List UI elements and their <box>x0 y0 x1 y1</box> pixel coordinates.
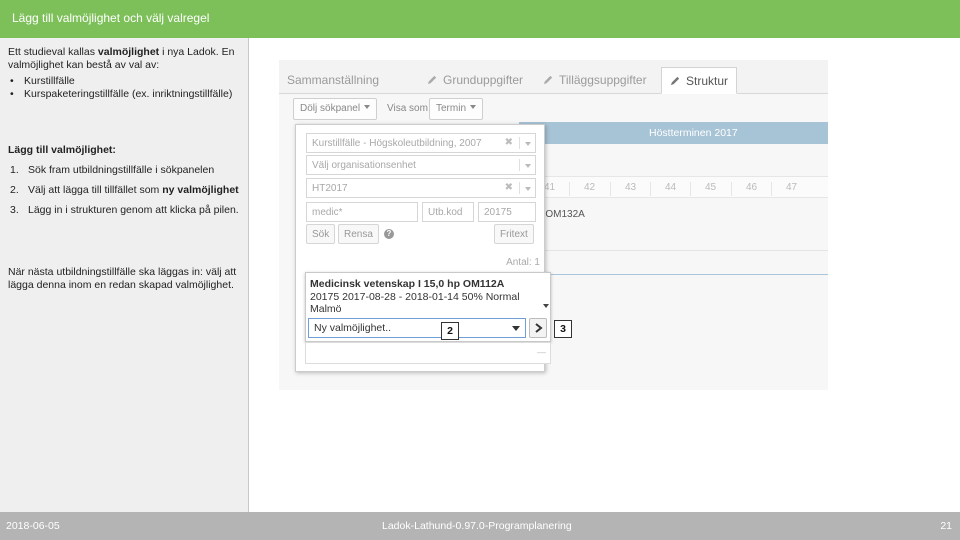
field-value: HT2017 <box>312 183 348 194</box>
step-text: Lägg in i strukturen genom att klicka på… <box>28 204 239 216</box>
tab-label: Tilläggsuppgifter <box>559 73 647 87</box>
tab-sammanstallning[interactable]: Sammanställning <box>279 67 387 94</box>
intro-bold-term: valmöjlighet <box>97 46 160 58</box>
slide-title: Lägg till valmöjlighet och välj valregel <box>12 11 210 25</box>
week-number: 47 <box>771 182 811 196</box>
term-select[interactable]: HT2017 ✖ <box>306 178 536 198</box>
step-bold-text: ny valmöjlighet <box>162 184 239 196</box>
show-as-label: Visa som <box>387 103 428 114</box>
page-number: 21 <box>940 520 952 532</box>
clear-button[interactable]: Rensa <box>338 224 379 244</box>
callout-3: 3 <box>554 320 572 338</box>
divider <box>519 159 520 171</box>
new-option-select[interactable]: Ny valmöjlighet.. <box>308 318 526 338</box>
course-type-select[interactable]: Kurstillfälle - Högskoleutbildning, 2007… <box>306 133 536 153</box>
week-number: 46 <box>731 182 771 196</box>
week-number: 43 <box>610 182 650 196</box>
tab-label: Grunduppgifter <box>443 73 524 87</box>
intro-prefix: Ett studieval kallas <box>8 46 98 58</box>
term-header-label: Höstterminen 2017 <box>649 127 738 139</box>
chevron-down-icon <box>525 142 531 146</box>
step-number: 2. <box>10 184 19 196</box>
utb-kod-input[interactable]: Utb.kod <box>422 202 474 222</box>
week-number: 44 <box>650 182 690 196</box>
pencil-icon <box>427 75 437 85</box>
divider <box>519 137 520 149</box>
week-row: 41 42 43 44 45 46 47 <box>519 176 828 198</box>
organisation-select[interactable]: Välj organisationsenhet <box>306 155 536 175</box>
scroll-down-icon[interactable] <box>543 304 549 308</box>
divider <box>519 182 520 194</box>
steps-heading: Lägg till valmöjlighet: <box>8 144 116 156</box>
tab-struktur[interactable]: Struktur <box>661 67 738 94</box>
title-bar: Lägg till valmöjlighet och välj valregel <box>0 0 960 38</box>
step-text: Välj att lägga till tillfället som <box>28 184 163 196</box>
slide: Lägg till valmöjlighet och välj valregel… <box>0 0 960 540</box>
dash-icon: — <box>537 347 546 357</box>
tab-bar: Sammanställning Grunduppgifter Tilläggsu… <box>279 60 828 94</box>
tab-label: Struktur <box>686 74 729 88</box>
chevron-down-icon <box>470 105 477 109</box>
chevron-down-icon <box>364 105 371 109</box>
clear-icon[interactable]: ✖ <box>505 182 513 193</box>
hide-search-panel-button[interactable]: Dölj sökpanel <box>293 98 378 120</box>
step-item: 3. Lägg in i strukturen genom att klicka … <box>8 204 240 217</box>
tab-grunduppgifter[interactable]: Grunduppgifter <box>419 67 531 94</box>
free-text-button[interactable]: Fritext <box>494 224 534 244</box>
callout-2: 2 <box>441 322 459 340</box>
button-label: Dölj sökpanel <box>300 103 361 114</box>
divider <box>519 250 828 251</box>
bullet-item: Kurspaketeringstillfälle (ex. inriktning… <box>8 88 240 101</box>
button-label: Termin <box>436 103 467 114</box>
code-input[interactable]: 20175 <box>478 202 536 222</box>
note-text: När nästa utbildningstillfälle ska lägga… <box>8 266 237 291</box>
footer: 2018-06-05 Ladok-Lathund-0.97.0-Programp… <box>0 512 960 540</box>
footer-document: Ladok-Lathund-0.97.0-Programplanering <box>382 520 572 532</box>
steps-list: 1. Sök fram utbildningstillfälle i sökpan… <box>8 164 240 224</box>
pencil-icon <box>543 75 553 85</box>
result-count: Antal: 1 <box>506 257 540 268</box>
result-course-info: 20175 2017-08-28 - 2018-01-14 50% Normal… <box>310 291 520 315</box>
intro-text: Ett studieval kallas valmöjlighet i nya … <box>8 46 240 72</box>
chevron-down-icon <box>525 187 531 191</box>
clear-icon[interactable]: ✖ <box>505 137 513 148</box>
pencil-icon <box>670 76 680 86</box>
ladok-screenshot: Sammanställning Grunduppgifter Tilläggsu… <box>279 60 828 390</box>
select-value: Ny valmöjlighet.. <box>314 322 392 334</box>
result-course-name: Medicinsk vetenskap I 15,0 hp OM112A <box>310 278 505 290</box>
step-number: 1. <box>10 164 19 176</box>
chevron-down-icon <box>512 326 520 331</box>
footer-date: 2018-06-05 <box>6 520 60 532</box>
step-item: 2. Välj att lägga till tillfället som ny … <box>8 184 240 197</box>
help-icon[interactable]: ? <box>384 229 394 239</box>
step-item: 1. Sök fram utbildningstillfälle i sökpan… <box>8 164 240 177</box>
field-placeholder: Välj organisationsenhet <box>312 160 416 171</box>
chevron-down-icon <box>525 164 531 168</box>
instructions-panel: Ett studieval kallas valmöjlighet i nya … <box>0 38 249 512</box>
bullet-item: Kurstillfälle <box>8 75 240 88</box>
week-number: 42 <box>569 182 609 196</box>
search-button[interactable]: Sök <box>306 224 336 244</box>
step-text: Sök fram utbildningstillfälle i sökpanel… <box>28 164 215 176</box>
step-number: 3. <box>10 204 19 216</box>
week-number: 45 <box>690 182 730 196</box>
empty-row: — <box>305 342 551 364</box>
term-header: Höstterminen 2017 <box>519 122 828 144</box>
name-search-input[interactable]: medic* <box>306 202 418 222</box>
field-value: Kurstillfälle - Högskoleutbildning, 2007 <box>312 138 482 149</box>
tab-tillaggsuppgifter[interactable]: Tilläggsuppgifter <box>535 67 655 94</box>
chevron-right-icon <box>535 323 543 333</box>
tab-label: Sammanställning <box>287 73 380 87</box>
option-bullet-list: Kurstillfälle Kurspaketeringstillfälle (… <box>8 75 240 101</box>
term-view-dropdown[interactable]: Termin <box>429 98 484 120</box>
add-to-structure-button[interactable] <box>529 318 547 338</box>
divider <box>539 274 828 275</box>
